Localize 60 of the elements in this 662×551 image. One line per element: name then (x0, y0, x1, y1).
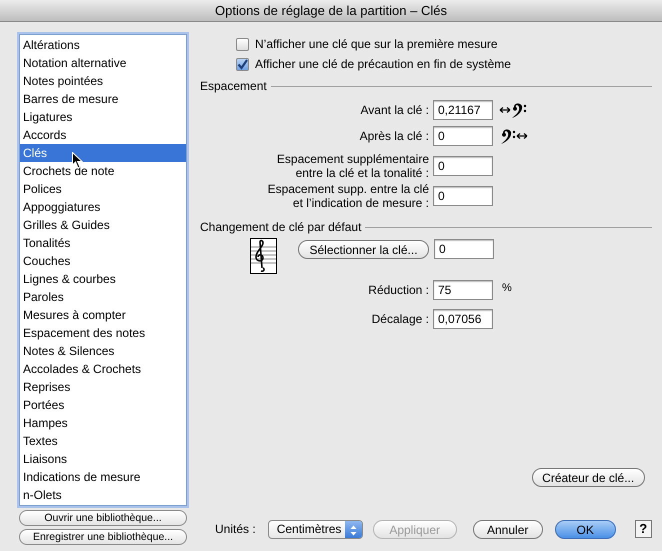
clef-creator-button[interactable]: Créateur de clé... (532, 468, 645, 487)
text-field[interactable]: 0,07056 (433, 309, 493, 329)
sidebar-item[interactable]: Appoggiatures (20, 198, 186, 216)
checkbox[interactable] (236, 58, 249, 70)
text-field[interactable]: 75 (433, 280, 493, 300)
sidebar-item[interactable]: Barres de mesure (20, 90, 186, 108)
sidebar-item[interactable]: Clés (20, 144, 186, 162)
sidebar-item[interactable]: Grilles & Guides (20, 216, 186, 234)
text-field[interactable]: 0 (434, 239, 494, 259)
sidebar-item[interactable]: Accolades & Crochets (20, 360, 186, 378)
sidebar-item[interactable]: n-Olets (20, 486, 186, 504)
library-button[interactable]: Ouvrir une bibliothèque... (19, 510, 187, 526)
checkbox-label: N’afficher une clé que sur la première mesure (255, 36, 498, 53)
library-button[interactable]: Enregistrer une bibliothèque... (19, 529, 187, 545)
sidebar-item[interactable]: Accords (20, 126, 186, 144)
text-field[interactable]: 0 (433, 156, 493, 176)
field-label: Espacement supp. entre la clé et l’indication de mesure : (266, 182, 430, 210)
checkbox-label: Afficher une clé de précaution en fin de système (255, 56, 511, 73)
sidebar-item[interactable]: Lignes & courbes (20, 270, 186, 288)
text-field[interactable]: 0,21167 (433, 100, 493, 120)
sidebar-item[interactable]: Reprises (20, 378, 186, 396)
field-label: Avant la clé : (360, 103, 430, 117)
sidebar-item[interactable]: Portées (20, 396, 186, 414)
field-label: Espacement supplémentaire entre la clé et la tonalité : (276, 152, 430, 180)
window-title: Options de réglage de la partition – Clés (215, 2, 447, 20)
units-label: Unités : (215, 521, 256, 538)
dialog-button[interactable]: OK (554, 520, 616, 538)
sidebar-item[interactable]: Mesures à compter (20, 306, 186, 324)
bass-clef-spacing-icon (499, 101, 528, 119)
sidebar-item[interactable]: Polices (20, 180, 186, 198)
bass-clef-spacing-icon (499, 127, 528, 145)
sidebar-item[interactable]: Liaisons (20, 450, 186, 468)
text-field[interactable]: 0 (433, 126, 493, 146)
dialog-button[interactable]: Annuler (472, 520, 543, 538)
treble-clef-icon (250, 238, 277, 274)
unit-label: % (502, 281, 512, 296)
section-title: Espacement (200, 78, 267, 95)
field-label: Réduction : (367, 283, 430, 297)
sidebar-item[interactable]: Indications de mesure (20, 468, 186, 486)
stepper-arrows-icon (344, 520, 362, 538)
sidebar-item[interactable]: Espacement des notes (20, 324, 186, 342)
sidebar-item[interactable]: Notes & Silences (20, 342, 186, 360)
sidebar-item[interactable]: Crochets de note (20, 162, 186, 180)
sidebar-item[interactable]: Tonalités (20, 234, 186, 252)
sidebar-item[interactable]: Altérations (20, 36, 186, 54)
sidebar-item[interactable]: Ligatures (20, 108, 186, 126)
sidebar-item[interactable]: Notes pointées (20, 72, 186, 90)
checkbox[interactable] (236, 38, 249, 50)
select-clef-button[interactable]: Sélectionner la clé... (298, 240, 429, 259)
units-dropdown[interactable]: Centimètres (268, 520, 363, 538)
field-label: Après la clé : (358, 129, 430, 143)
help-button[interactable]: ? (634, 520, 652, 538)
field-label: Décalage : (370, 312, 430, 326)
sidebar-item[interactable]: Couches (20, 252, 186, 270)
text-field[interactable]: 0 (433, 186, 493, 206)
sidebar-item[interactable]: Paroles (20, 288, 186, 306)
sidebar-item[interactable]: Hampes (20, 414, 186, 432)
sidebar-item[interactable]: Textes (20, 432, 186, 450)
sidebar-item[interactable]: Notation alternative (20, 54, 186, 72)
section-title: Changement de clé par défaut (200, 219, 362, 236)
